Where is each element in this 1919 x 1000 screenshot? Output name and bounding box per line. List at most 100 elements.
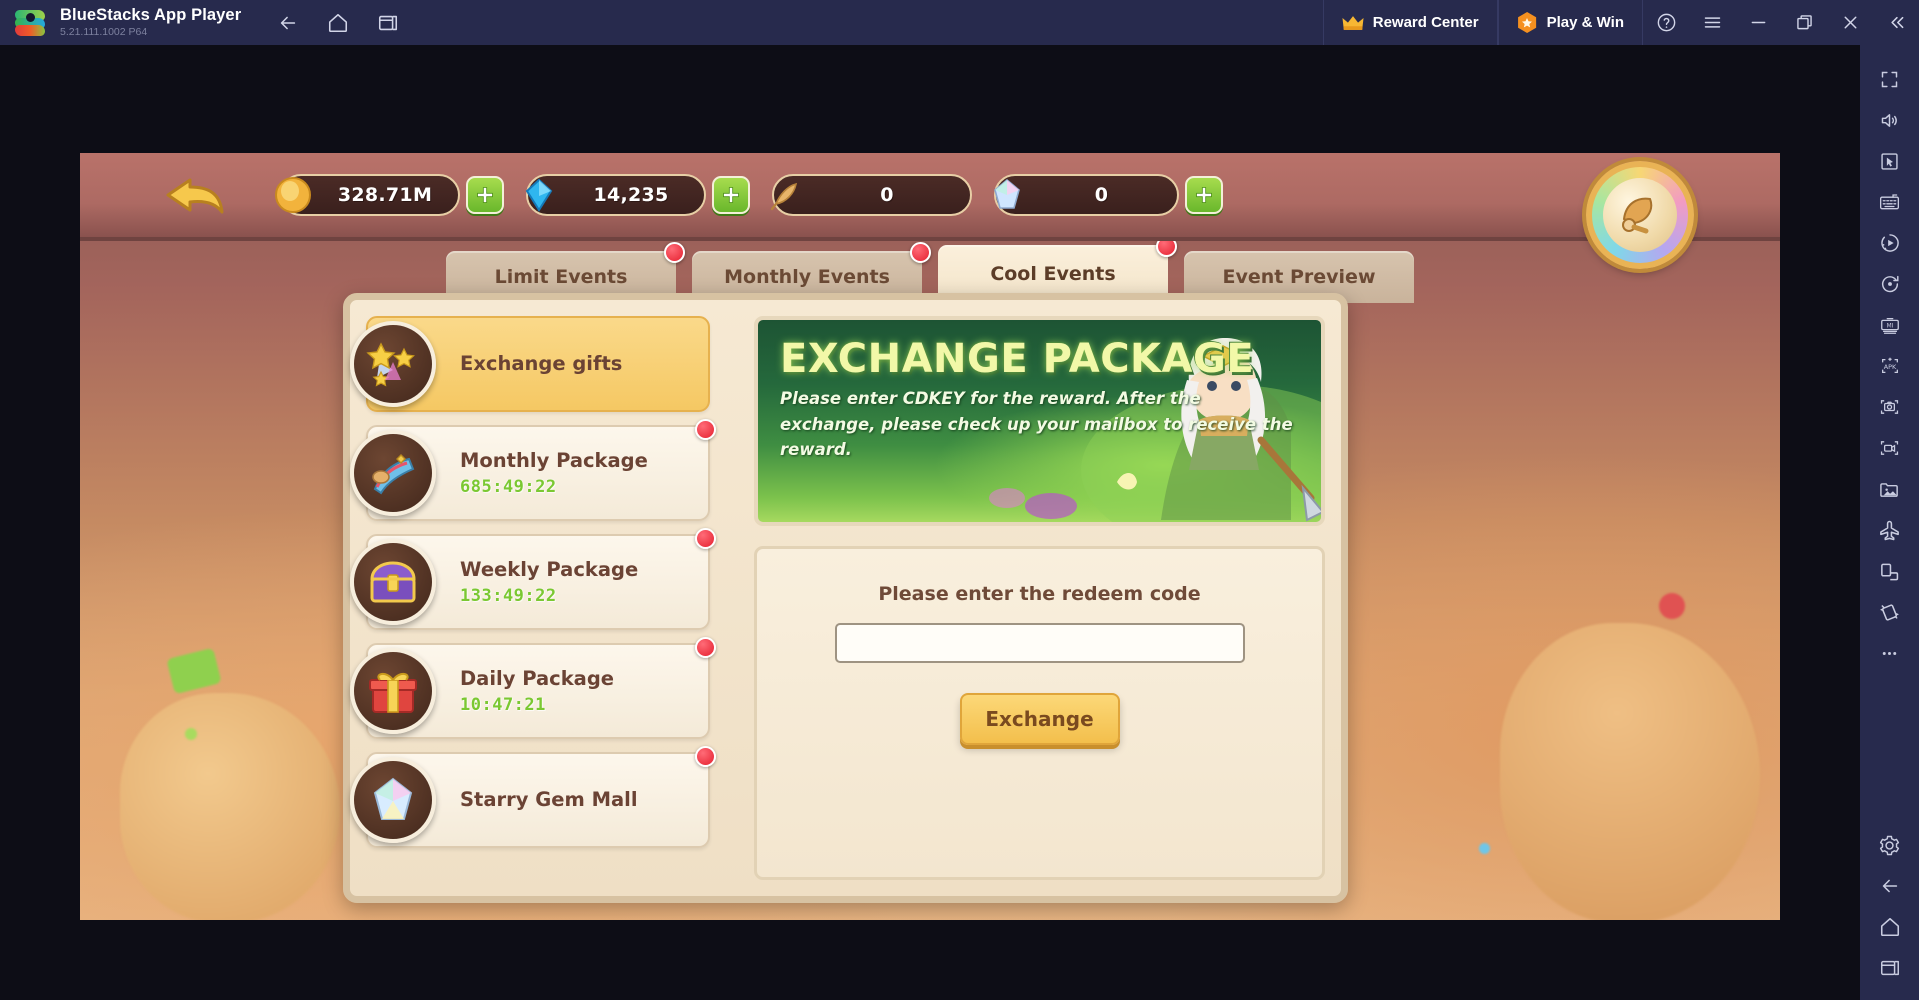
titlebar-home-button[interactable] — [321, 6, 355, 40]
sidebar-keyboard-button[interactable] — [1867, 182, 1912, 222]
sidebar-install-apk-button[interactable]: APK — [1867, 346, 1912, 386]
banner-title: EXCHANGE PACKAGE — [780, 336, 1255, 382]
sidebar-media-manager-button[interactable] — [1867, 469, 1912, 509]
currency-gold-add-button[interactable] — [466, 176, 504, 214]
keyboard-icon — [1879, 193, 1900, 209]
svg-text:MI: MI — [1886, 323, 1893, 329]
arrow-left-icon — [281, 16, 296, 29]
stars-gift-icon — [350, 321, 436, 407]
maximize-icon — [1796, 15, 1812, 30]
game-screen: 328.71M 14,235 0 0 Limit Events Monthly … — [80, 153, 1780, 920]
monthly-gift-icon — [350, 430, 436, 516]
package-list: Exchange gifts Monthly Package 685:49:22… — [350, 316, 716, 880]
package-starry-gem-mall-label: Starry Gem Mall — [460, 788, 638, 812]
home-icon — [329, 13, 348, 32]
titlebar-recents-button[interactable] — [371, 6, 405, 40]
currency-gold[interactable]: 328.71M — [275, 174, 460, 216]
tab-monthly-events-label: Monthly Events — [724, 266, 890, 288]
game-back-button[interactable] — [158, 169, 230, 221]
multi-window-icon — [379, 15, 398, 30]
window-controls — [1643, 0, 1919, 45]
currency-gems[interactable]: 14,235 — [525, 174, 706, 216]
package-weekly-timer: 133:49:22 — [460, 585, 557, 606]
package-daily-text: Daily Package 10:47:21 — [460, 667, 614, 715]
golden-trophy-medallion — [1603, 178, 1677, 252]
sidebar-settings-button[interactable] — [1867, 825, 1912, 865]
scenery-dot-left — [185, 728, 197, 740]
sidebar-more-button[interactable] — [1867, 633, 1912, 673]
package-starry-gem-mall[interactable]: Starry Gem Mall — [350, 746, 716, 848]
exchange-button[interactable]: Exchange — [959, 693, 1120, 745]
sidebar-fullscreen-button[interactable] — [1867, 59, 1912, 99]
gift-box-icon — [350, 648, 436, 734]
cursor-box-icon — [1881, 152, 1898, 170]
banner-description: Please enter CDKEY for the reward. After… — [780, 389, 1293, 460]
sidebar-sync-button[interactable] — [1867, 264, 1912, 304]
golden-trophy-medallion-button[interactable] — [1586, 161, 1694, 269]
redeem-code-input[interactable] — [834, 623, 1245, 663]
collapse-sidebar-button[interactable] — [1873, 0, 1919, 45]
package-monthly-label: Monthly Package — [460, 449, 648, 473]
sidebar-record-button[interactable] — [1867, 428, 1912, 468]
video-camera-icon — [1880, 441, 1899, 455]
svg-text:APK: APK — [1883, 363, 1896, 371]
close-button[interactable] — [1827, 0, 1873, 45]
package-weekly-badge — [695, 528, 716, 549]
package-daily-badge — [695, 637, 716, 658]
currency-wheat[interactable]: 0 — [770, 174, 972, 216]
rotate-dot-icon — [1881, 275, 1899, 293]
sidebar-screenshot-button[interactable] — [1867, 387, 1912, 427]
package-weekly[interactable]: Weekly Package 133:49:22 — [350, 528, 716, 630]
exchange-package-banner: EXCHANGE PACKAGE Please enter CDKEY for … — [754, 316, 1325, 526]
currency-starry-gem-add-button[interactable] — [1185, 176, 1223, 214]
currency-group: 328.71M 14,235 0 0 — [275, 174, 1223, 216]
sidebar-android-recents-button[interactable] — [1867, 948, 1912, 988]
minimize-button[interactable] — [1735, 0, 1781, 45]
home-icon — [1880, 917, 1899, 937]
sidebar-volume-button[interactable] — [1867, 100, 1912, 140]
device-rotate-icon — [1881, 563, 1899, 580]
sidebar-shake-button[interactable] — [1867, 592, 1912, 632]
package-monthly-text: Monthly Package 685:49:22 — [460, 449, 648, 497]
sidebar-game-controls-button[interactable] — [1867, 141, 1912, 181]
app-title-block: BlueStacks App Player 5.21.111.1002 P64 — [60, 6, 242, 38]
sidebar-android-home-button[interactable] — [1867, 907, 1912, 947]
menu-button[interactable] — [1689, 0, 1735, 45]
package-monthly[interactable]: Monthly Package 685:49:22 — [350, 419, 716, 521]
treasure-chest-icon — [350, 539, 436, 625]
multi-window-icon — [1880, 960, 1899, 976]
sidebar-rotate-device-button[interactable] — [1867, 551, 1912, 591]
emulator-viewport: 328.71M 14,235 0 0 Limit Events Monthly … — [0, 45, 1860, 1000]
question-circle-icon — [1657, 13, 1675, 32]
currency-gems-value: 14,235 — [593, 184, 669, 206]
package-exchange-gifts[interactable]: Exchange gifts — [350, 316, 710, 412]
speaker-icon — [1881, 113, 1897, 127]
sidebar-multi-instance-button[interactable]: MI — [1867, 305, 1912, 345]
currency-starry-gem[interactable]: 0 — [994, 174, 1179, 216]
currency-gold-value: 328.71M — [337, 184, 433, 206]
play-and-win-button[interactable]: Play & Win — [1497, 0, 1643, 45]
titlebar-back-button[interactable] — [271, 6, 305, 40]
sidebar-android-back-button[interactable] — [1867, 866, 1912, 906]
maximize-button[interactable] — [1781, 0, 1827, 45]
redeem-section: Please enter the redeem code Exchange — [754, 546, 1325, 880]
help-button[interactable] — [1643, 0, 1689, 45]
emulator-sidebar: MI APK — [1860, 45, 1919, 1000]
currency-gems-add-button[interactable] — [712, 176, 750, 214]
redeem-code-label: Please enter the redeem code — [878, 583, 1201, 605]
gold-coin-icon — [272, 174, 314, 216]
tab-limit-events-badge — [664, 242, 685, 263]
plus-icon — [477, 187, 493, 203]
title-bar: BlueStacks App Player 5.21.111.1002 P64 — [0, 0, 1919, 45]
reward-center-button[interactable]: Reward Center — [1322, 0, 1498, 45]
app-title: BlueStacks App Player — [60, 6, 242, 25]
play-dial-icon — [1880, 234, 1899, 252]
sidebar-macro-button[interactable] — [1867, 223, 1912, 263]
bluestacks-logo-icon — [14, 6, 48, 40]
package-detail: EXCHANGE PACKAGE Please enter CDKEY for … — [754, 316, 1325, 880]
package-daily[interactable]: Daily Package 10:47:21 — [350, 637, 716, 739]
sidebar-flight-mode-button[interactable] — [1867, 510, 1912, 550]
scenery-dot-right — [1659, 593, 1685, 619]
package-weekly-label: Weekly Package — [460, 558, 639, 582]
tab-cool-events-label: Cool Events — [990, 263, 1116, 285]
